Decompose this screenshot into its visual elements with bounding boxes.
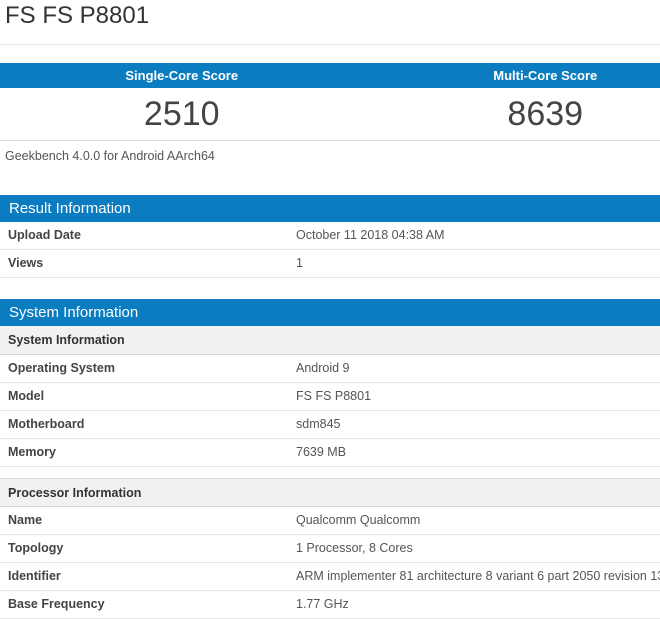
row-label: Motherboard	[0, 417, 296, 432]
row-value: 1 Processor, 8 Cores	[296, 541, 660, 556]
multi-core-score-header: Multi-Core Score	[364, 63, 660, 88]
subsection-header: Processor Information	[0, 478, 660, 507]
table-row: Upload DateOctober 11 2018 04:38 AM	[0, 222, 660, 250]
subsection-header: System Information	[0, 326, 660, 355]
geekbench-version-note: Geekbench 4.0.0 for Android AArch64	[0, 141, 660, 195]
score-header-bar: Single-Core Score Multi-Core Score	[0, 63, 660, 88]
table-row: Memory7639 MB	[0, 439, 660, 467]
row-label: Views	[0, 256, 296, 271]
table-row: Motherboardsdm845	[0, 411, 660, 439]
row-value: ARM implementer 81 architecture 8 varian…	[296, 569, 660, 584]
table-row: Views1	[0, 250, 660, 278]
system-information-table: System InformationOperating SystemAndroi…	[0, 326, 660, 619]
page-title: FS FS P8801	[0, 0, 660, 30]
geekbench-result-page: FS FS P8801 Single-Core Score Multi-Core…	[0, 0, 660, 619]
row-label: Model	[0, 389, 296, 404]
row-label: Operating System	[0, 361, 296, 376]
table-row: Topology1 Processor, 8 Cores	[0, 535, 660, 563]
table-row: ModelFS FS P8801	[0, 383, 660, 411]
row-value: sdm845	[296, 417, 660, 432]
result-information-section: Result Information Upload DateOctober 11…	[0, 195, 660, 278]
system-information-header: System Information	[0, 299, 660, 326]
row-value: 1.77 GHz	[296, 597, 660, 612]
row-value: Android 9	[296, 361, 660, 376]
row-value: FS FS P8801	[296, 389, 660, 404]
row-label: Memory	[0, 445, 296, 460]
row-label: Upload Date	[0, 228, 296, 243]
row-label: Identifier	[0, 569, 296, 584]
system-information-section: System Information System InformationOpe…	[0, 299, 660, 619]
score-values-row: 2510 8639	[0, 88, 660, 141]
score-banner: Single-Core Score Multi-Core Score 2510 …	[0, 63, 660, 195]
row-label: Base Frequency	[0, 597, 296, 612]
row-value: Qualcomm Qualcomm	[296, 513, 660, 528]
table-row: NameQualcomm Qualcomm	[0, 507, 660, 535]
table-row: Base Frequency1.77 GHz	[0, 591, 660, 619]
result-information-table: Upload DateOctober 11 2018 04:38 AMViews…	[0, 222, 660, 278]
row-label: Name	[0, 513, 296, 528]
single-core-score-header: Single-Core Score	[0, 63, 364, 88]
result-information-header: Result Information	[0, 195, 660, 222]
row-value: October 11 2018 04:38 AM	[296, 228, 660, 243]
single-core-score-value: 2510	[0, 88, 364, 140]
multi-core-score-value: 8639	[364, 88, 660, 140]
row-label: Topology	[0, 541, 296, 556]
row-value: 7639 MB	[296, 445, 660, 460]
title-divider	[0, 44, 660, 45]
table-row: IdentifierARM implementer 81 architectur…	[0, 563, 660, 591]
table-row: Operating SystemAndroid 9	[0, 355, 660, 383]
row-value: 1	[296, 256, 660, 271]
